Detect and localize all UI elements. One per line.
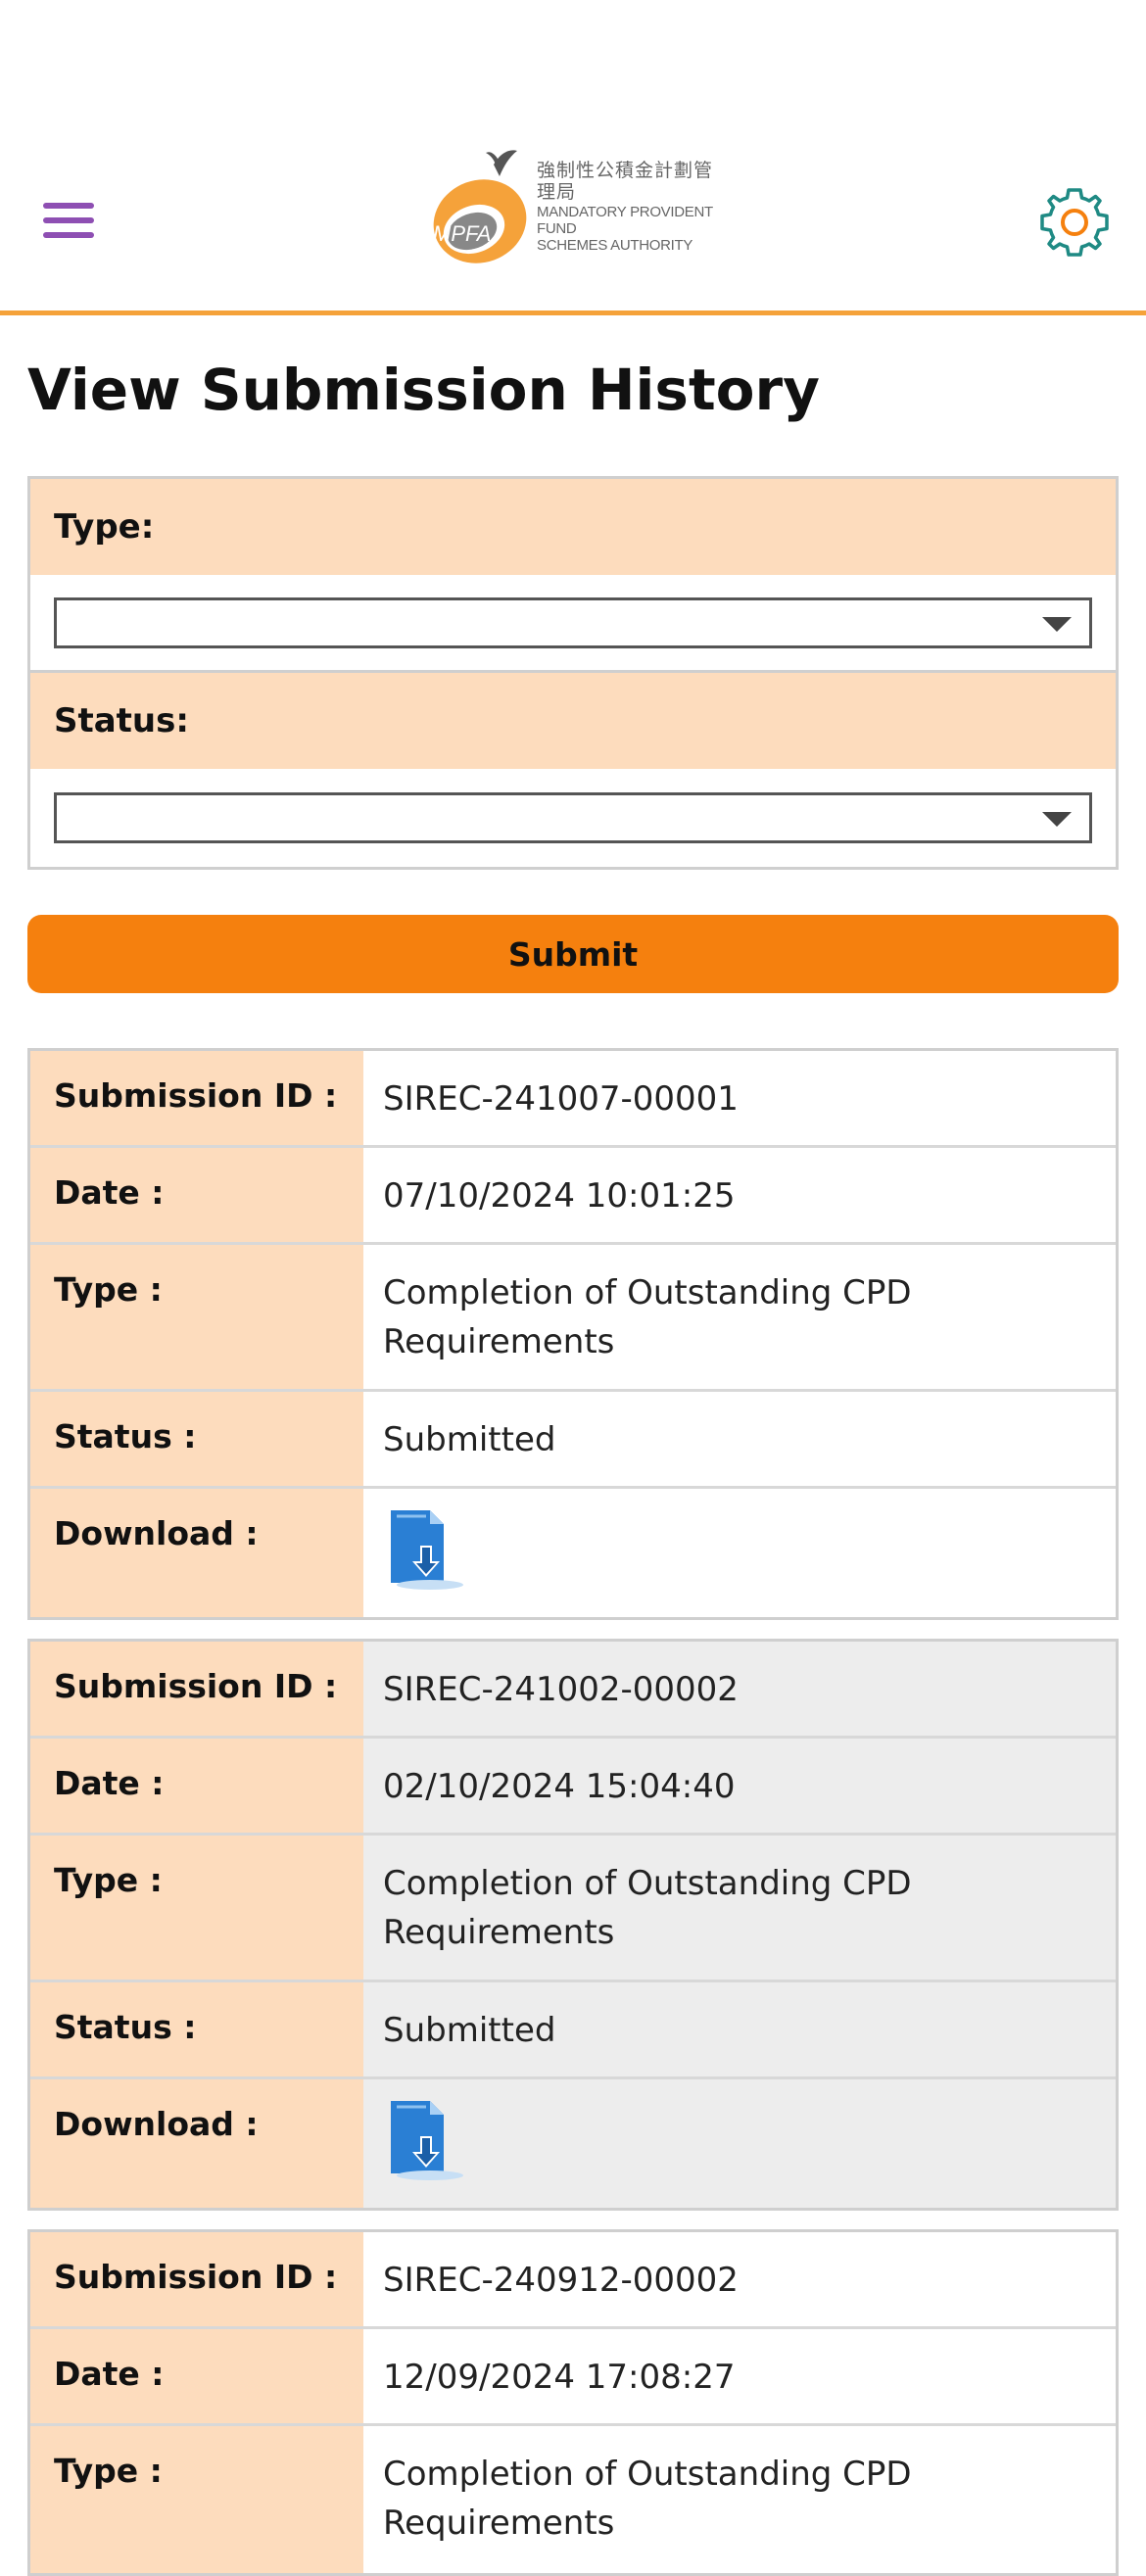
status-select[interactable] — [54, 792, 1092, 843]
type-value: Completion of Outstanding CPD Requiremen… — [383, 2455, 912, 2543]
submission-record: Submission ID : SIREC-241002-00002 Date … — [27, 1639, 1119, 2211]
download-document-icon[interactable] — [383, 2097, 467, 2181]
date-value: 02/10/2024 15:04:40 — [363, 1739, 1116, 1833]
type-value: Completion of Outstanding CPD Requiremen… — [383, 1273, 912, 1361]
logo-chinese-text: 強制性公積金計劃管理局 — [537, 161, 714, 204]
submission-id-label: Submission ID : — [30, 1051, 363, 1145]
submit-button[interactable]: Submit — [27, 915, 1119, 993]
svg-text:MPFA: MPFA — [433, 221, 491, 246]
download-label: Download : — [30, 2079, 363, 2208]
date-value: 07/10/2024 10:01:25 — [383, 1176, 736, 1216]
status-value: Submitted — [363, 1982, 1116, 2076]
status-label: Status : — [30, 1392, 363, 1486]
submission-id-label: Submission ID : — [30, 1642, 363, 1736]
status-filter-label: Status: — [30, 673, 1116, 769]
date-label: Date : — [30, 1739, 363, 1833]
date-label: Date : — [30, 1148, 363, 1242]
submission-id-label: Submission ID : — [30, 2232, 363, 2326]
type-filter-label: Type: — [30, 479, 1116, 575]
mpfa-logo-mark-icon: MPFA — [433, 150, 527, 263]
page-title: View Submission History — [27, 357, 820, 423]
hamburger-icon[interactable] — [43, 203, 94, 238]
submission-id-value: SIREC-240912-00002 — [383, 2261, 739, 2300]
download-document-icon[interactable] — [383, 1506, 467, 1591]
logo-english-line2: SCHEMES AUTHORITY — [537, 237, 693, 255]
type-label: Type : — [30, 2426, 363, 2573]
type-select[interactable] — [54, 596, 1092, 648]
status-value: Submitted — [383, 1420, 556, 1459]
filter-panel: Type: Status: — [27, 476, 1119, 870]
submission-id-value: SIREC-241007-00001 — [383, 1079, 739, 1119]
gear-icon[interactable] — [1038, 186, 1111, 259]
app-header: MPFA 強制性公積金計劃管理局 MANDATORY PROVIDENT FUN… — [0, 0, 1146, 315]
logo-english-line1: MANDATORY PROVIDENT FUND — [537, 203, 713, 238]
status-label: Status : — [30, 1982, 363, 2076]
submission-record: Submission ID : SIREC-241007-00001 Date … — [27, 1048, 1119, 1620]
type-value: Completion of Outstanding CPD Requiremen… — [363, 1836, 1116, 1980]
date-label: Date : — [30, 2329, 363, 2423]
submission-record: Submission ID : SIREC-240912-00002 Date … — [27, 2229, 1119, 2576]
date-value: 12/09/2024 17:08:27 — [383, 2358, 736, 2397]
type-label: Type : — [30, 1245, 363, 1389]
submission-id-value: SIREC-241002-00002 — [363, 1642, 1116, 1736]
mpfa-logo: MPFA 強制性公積金計劃管理局 MANDATORY PROVIDENT FUN… — [425, 147, 731, 268]
download-label: Download : — [30, 1489, 363, 1617]
type-label: Type : — [30, 1836, 363, 1980]
